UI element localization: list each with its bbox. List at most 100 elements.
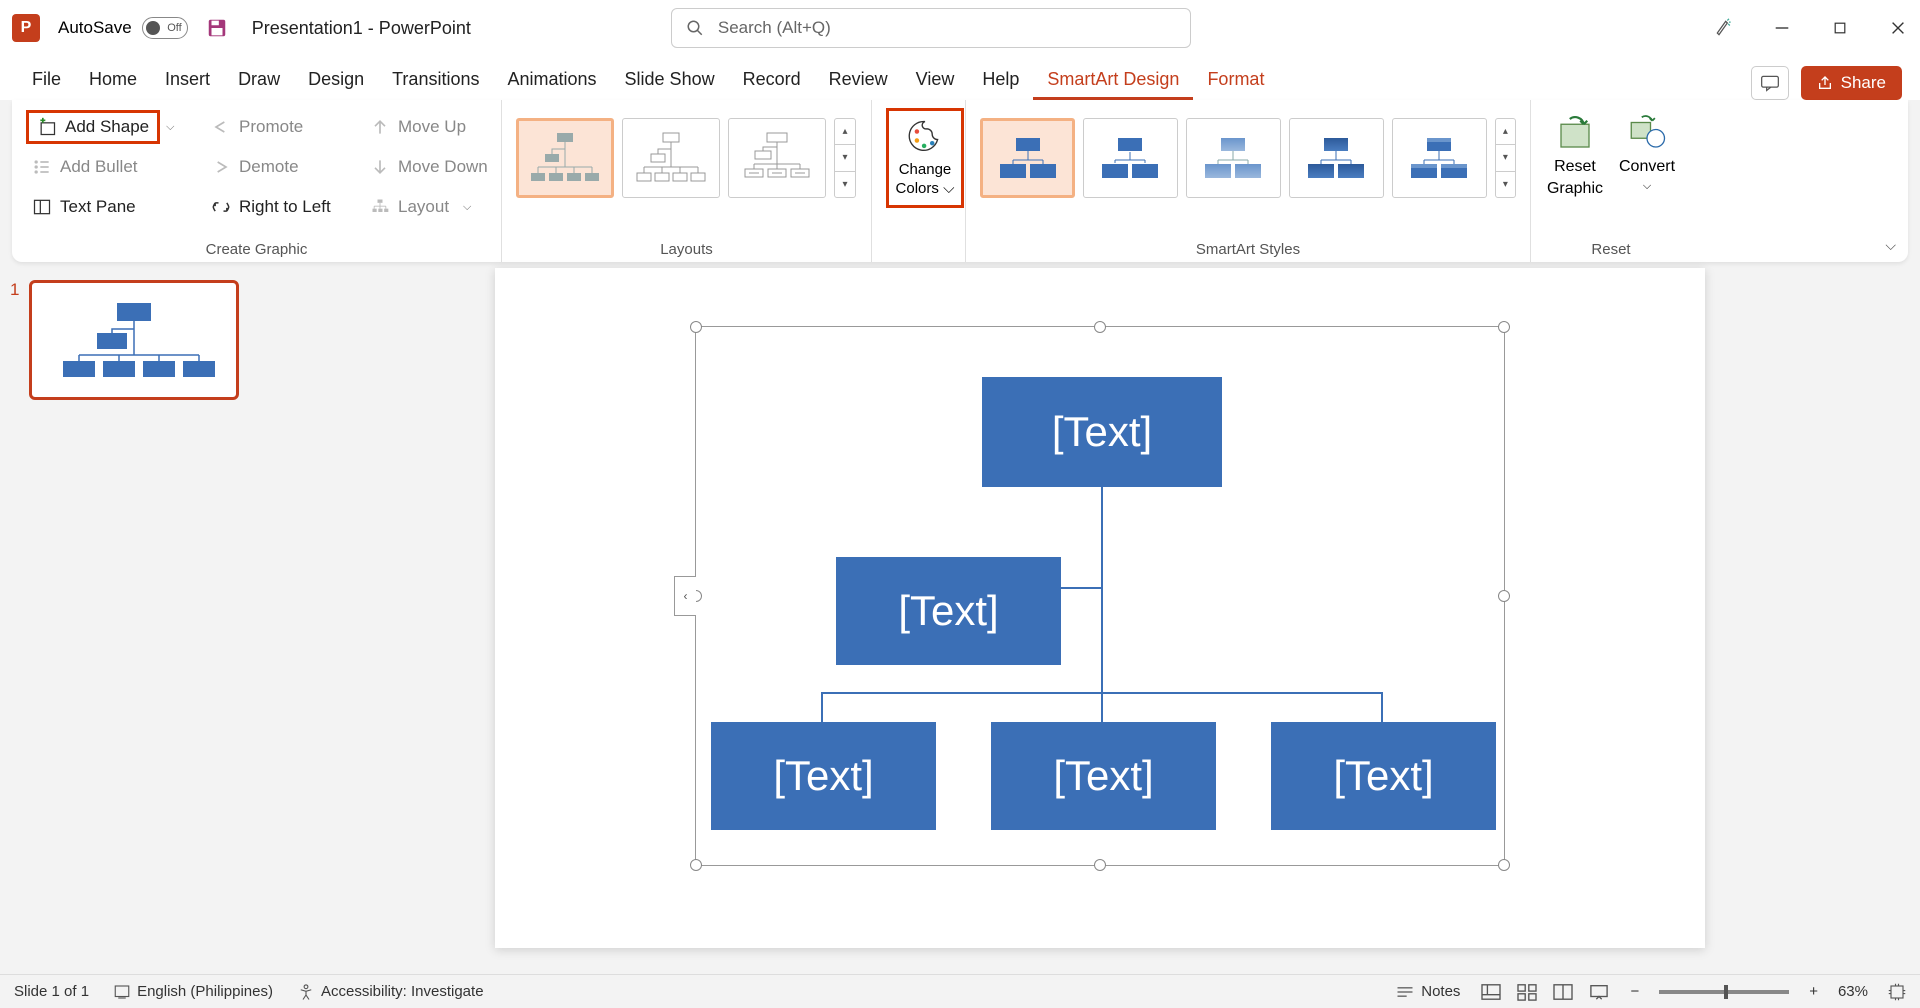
group-reset: Reset Graphic Convert ⌵ Reset (1531, 100, 1691, 262)
mic-icon[interactable] (1714, 18, 1734, 38)
tab-transitions[interactable]: Transitions (378, 59, 493, 100)
text-pane-button[interactable]: Text Pane (26, 188, 201, 226)
maximize-icon[interactable] (1830, 18, 1850, 38)
resize-handle[interactable] (1094, 321, 1106, 333)
ribbon-tabs: File Home Insert Draw Design Transitions… (0, 56, 1920, 100)
group-label: SmartArt Styles (980, 237, 1516, 258)
convert-button[interactable]: Convert ⌵ (1619, 112, 1675, 193)
move-up-button: Move Up (364, 108, 519, 146)
share-button[interactable]: Share (1801, 66, 1902, 100)
status-bar: Slide 1 of 1 English (Philippines) Acces… (0, 974, 1920, 1008)
convert-icon (1626, 112, 1668, 154)
comments-button[interactable] (1751, 66, 1789, 100)
collapse-ribbon-icon[interactable]: ⌵ (1885, 237, 1896, 254)
connector-line (821, 692, 823, 722)
resize-handle[interactable] (690, 859, 702, 871)
tab-slide-show[interactable]: Slide Show (611, 59, 729, 100)
smartart-selection[interactable]: ‹ [Text] [Text] [Text] [Text] [Text] (695, 326, 1505, 866)
zoom-level[interactable]: 63% (1838, 983, 1868, 1000)
slide-number: 1 (10, 280, 19, 400)
group-label (886, 237, 951, 258)
slide-canvas[interactable]: ‹ [Text] [Text] [Text] [Text] [Text] (495, 268, 1705, 948)
search-input[interactable]: Search (Alt+Q) (671, 8, 1191, 48)
minimize-icon[interactable] (1772, 18, 1792, 38)
org-box-assistant[interactable]: [Text] (836, 557, 1061, 665)
save-icon[interactable] (206, 17, 228, 39)
resize-handle[interactable] (1498, 321, 1510, 333)
scroll-more-icon[interactable]: ▾ (1496, 172, 1515, 197)
reset-graphic-button[interactable]: Reset Graphic (1547, 112, 1603, 198)
scroll-down-icon[interactable]: ▾ (835, 145, 855, 171)
connector-line (1381, 692, 1383, 722)
arrow-up-icon (370, 117, 390, 137)
right-to-left-button[interactable]: Right to Left (205, 188, 360, 226)
zoom-out-button[interactable]: − (1630, 983, 1639, 1000)
style-option-2[interactable] (1083, 118, 1178, 198)
scroll-down-icon[interactable]: ▾ (1496, 145, 1515, 171)
slide-thumbnail-1[interactable] (29, 280, 239, 400)
add-shape-icon (37, 117, 57, 137)
org-box-top[interactable]: [Text] (982, 377, 1222, 487)
style-option-4[interactable] (1289, 118, 1384, 198)
change-colors-button[interactable]: Change Colors ⌵ (886, 108, 964, 208)
tab-insert[interactable]: Insert (151, 59, 224, 100)
tab-review[interactable]: Review (815, 59, 902, 100)
search-icon (686, 19, 704, 37)
tab-smartart-design[interactable]: SmartArt Design (1033, 59, 1193, 100)
style-option-3[interactable] (1186, 118, 1281, 198)
resize-handle[interactable] (1094, 859, 1106, 871)
notes-button[interactable]: Notes (1395, 983, 1460, 1000)
tab-format[interactable]: Format (1193, 59, 1278, 100)
layout-option-2[interactable] (622, 118, 720, 198)
slide-panel[interactable]: 1 (0, 262, 280, 974)
resize-handle[interactable] (690, 321, 702, 333)
zoom-in-button[interactable]: + (1809, 983, 1818, 1000)
style-gallery-scroll[interactable]: ▴ ▾ ▾ (1495, 118, 1516, 198)
tab-record[interactable]: Record (729, 59, 815, 100)
reading-view-icon[interactable] (1552, 983, 1574, 1001)
resize-handle[interactable] (1498, 859, 1510, 871)
layout-gallery-scroll[interactable]: ▴ ▾ ▾ (834, 118, 856, 198)
style-option-5[interactable] (1392, 118, 1487, 198)
share-label: Share (1841, 73, 1886, 93)
tab-design[interactable]: Design (294, 59, 378, 100)
tab-home[interactable]: Home (75, 59, 151, 100)
layout-option-1[interactable] (516, 118, 614, 198)
tab-draw[interactable]: Draw (224, 59, 294, 100)
text-pane-icon (32, 197, 52, 217)
tab-help[interactable]: Help (968, 59, 1033, 100)
normal-view-icon[interactable] (1480, 983, 1502, 1001)
tab-animations[interactable]: Animations (493, 59, 610, 100)
close-icon[interactable] (1888, 18, 1908, 38)
autosave-toggle[interactable]: AutoSave Off (58, 17, 188, 39)
accessibility-status[interactable]: Accessibility: Investigate (297, 983, 484, 1001)
zoom-slider[interactable] (1659, 990, 1789, 994)
fit-to-window-icon[interactable] (1888, 983, 1906, 1001)
slide-editor[interactable]: ‹ [Text] [Text] [Text] [Text] [Text] (280, 262, 1920, 974)
add-shape-dropdown[interactable]: ⌵ (160, 121, 180, 134)
ribbon: Add Shape ⌵ Promote Move Up Add Bullet (12, 100, 1908, 262)
scroll-more-icon[interactable]: ▾ (835, 172, 855, 197)
tab-file[interactable]: File (18, 59, 75, 100)
main-area: 1 (0, 262, 1920, 974)
layout-option-3[interactable] (728, 118, 826, 198)
toggle-switch[interactable]: Off (142, 17, 188, 39)
scroll-up-icon[interactable]: ▴ (1496, 119, 1515, 145)
slideshow-view-icon[interactable] (1588, 983, 1610, 1001)
group-layouts: ▴ ▾ ▾ Layouts (502, 100, 872, 262)
style-option-1[interactable] (980, 118, 1075, 198)
add-shape-button[interactable]: Add Shape (26, 110, 160, 144)
org-box-child-3[interactable]: [Text] (1271, 722, 1496, 830)
slide-counter[interactable]: Slide 1 of 1 (14, 983, 89, 1000)
search-placeholder: Search (Alt+Q) (718, 18, 831, 38)
org-box-child-2[interactable]: [Text] (991, 722, 1216, 830)
sorter-view-icon[interactable] (1516, 983, 1538, 1001)
demote-icon (211, 157, 231, 177)
group-create-graphic: Add Shape ⌵ Promote Move Up Add Bullet (12, 100, 502, 262)
resize-handle[interactable] (1498, 590, 1510, 602)
scroll-up-icon[interactable]: ▴ (835, 119, 855, 145)
org-box-child-1[interactable]: [Text] (711, 722, 936, 830)
language-status[interactable]: English (Philippines) (113, 983, 273, 1001)
tab-view[interactable]: View (902, 59, 969, 100)
text-pane-handle[interactable]: ‹ (674, 576, 696, 616)
